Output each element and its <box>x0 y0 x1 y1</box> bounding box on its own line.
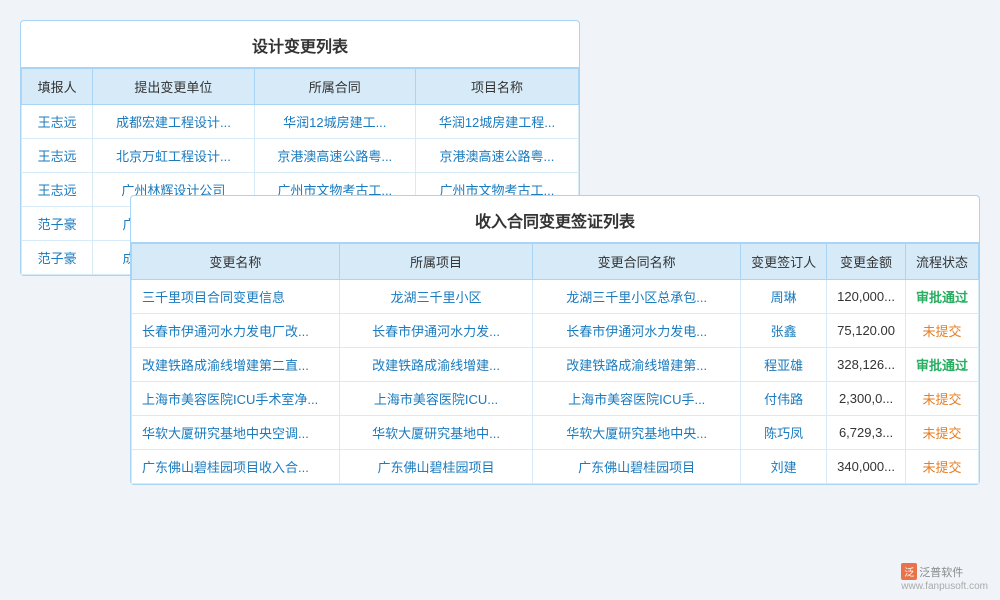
cell-unit[interactable]: 成都宏建工程设计... <box>93 105 254 139</box>
cell-status[interactable]: 未提交 <box>905 450 978 484</box>
cell-amount: 120,000... <box>827 280 906 314</box>
design-change-title: 设计变更列表 <box>21 21 579 68</box>
table-row: 改建铁路成渝线增建第二直... 改建铁路成渝线增建... 改建铁路成渝线增建第.… <box>132 348 979 382</box>
header-change-name: 变更名称 <box>132 244 340 280</box>
header-reporter: 填报人 <box>22 69 93 105</box>
cell-project[interactable]: 长春市伊通河水力发... <box>339 314 532 348</box>
cell-reporter[interactable]: 范子豪 <box>22 241 93 275</box>
cell-contract[interactable]: 华润12城房建工... <box>254 105 415 139</box>
watermark-text: 泛普软件 <box>919 564 963 580</box>
cell-signer: 付伟路 <box>741 382 827 416</box>
cell-signer: 陈巧凤 <box>741 416 827 450</box>
income-table-header-row: 变更名称 所属项目 变更合同名称 变更签订人 变更金额 流程状态 <box>132 244 979 280</box>
cell-amount: 328,126... <box>827 348 906 382</box>
cell-project[interactable]: 京港澳高速公路粤... <box>415 139 578 173</box>
cell-amount: 340,000... <box>827 450 906 484</box>
cell-change-name[interactable]: 广东佛山碧桂园项目收入合... <box>132 450 340 484</box>
cell-status[interactable]: 未提交 <box>905 416 978 450</box>
cell-change-name[interactable]: 三千里项目合同变更信息 <box>132 280 340 314</box>
cell-reporter[interactable]: 王志远 <box>22 173 93 207</box>
cell-project[interactable]: 广东佛山碧桂园项目 <box>339 450 532 484</box>
cell-project[interactable]: 华润12城房建工程... <box>415 105 578 139</box>
table-row: 华软大厦研究基地中央空调... 华软大厦研究基地中... 华软大厦研究基地中央.… <box>132 416 979 450</box>
logo-icon: 泛 <box>901 563 917 580</box>
header-contract-name: 变更合同名称 <box>533 244 741 280</box>
cell-project[interactable]: 华软大厦研究基地中... <box>339 416 532 450</box>
header-contract: 所属合同 <box>254 69 415 105</box>
header-unit: 提出变更单位 <box>93 69 254 105</box>
cell-project[interactable]: 上海市美容医院ICU... <box>339 382 532 416</box>
cell-status[interactable]: 审批通过 <box>905 348 978 382</box>
cell-unit[interactable]: 北京万虹工程设计... <box>93 139 254 173</box>
cell-change-name[interactable]: 上海市美容医院ICU手术室净... <box>132 382 340 416</box>
cell-change-name[interactable]: 长春市伊通河水力发电厂改... <box>132 314 340 348</box>
watermark: 泛 泛普软件 www.fanpusoft.com <box>901 563 988 592</box>
table-row: 上海市美容医院ICU手术室净... 上海市美容医院ICU... 上海市美容医院I… <box>132 382 979 416</box>
header-amount: 变更金额 <box>827 244 906 280</box>
table-row: 王志远 北京万虹工程设计... 京港澳高速公路粤... 京港澳高速公路粤... <box>22 139 579 173</box>
header-status: 流程状态 <box>905 244 978 280</box>
design-table-header-row: 填报人 提出变更单位 所属合同 项目名称 <box>22 69 579 105</box>
cell-amount: 2,300,0... <box>827 382 906 416</box>
cell-contract-name[interactable]: 广东佛山碧桂园项目 <box>533 450 741 484</box>
cell-change-name[interactable]: 华软大厦研究基地中央空调... <box>132 416 340 450</box>
cell-reporter[interactable]: 范子豪 <box>22 207 93 241</box>
cell-signer: 刘建 <box>741 450 827 484</box>
cell-signer: 张鑫 <box>741 314 827 348</box>
table-row: 王志远 成都宏建工程设计... 华润12城房建工... 华润12城房建工程... <box>22 105 579 139</box>
cell-amount: 75,120.00 <box>827 314 906 348</box>
header-project: 项目名称 <box>415 69 578 105</box>
table-row: 长春市伊通河水力发电厂改... 长春市伊通河水力发... 长春市伊通河水力发电.… <box>132 314 979 348</box>
cell-status[interactable]: 未提交 <box>905 314 978 348</box>
income-contract-table: 变更名称 所属项目 变更合同名称 变更签订人 变更金额 流程状态 三千里项目合同… <box>131 243 979 484</box>
cell-contract-name[interactable]: 龙湖三千里小区总承包... <box>533 280 741 314</box>
watermark-logo: 泛 泛普软件 <box>901 563 963 580</box>
cell-status[interactable]: 审批通过 <box>905 280 978 314</box>
cell-reporter[interactable]: 王志远 <box>22 105 93 139</box>
cell-change-name[interactable]: 改建铁路成渝线增建第二直... <box>132 348 340 382</box>
income-contract-title: 收入合同变更签证列表 <box>131 196 979 243</box>
table-row: 三千里项目合同变更信息 龙湖三千里小区 龙湖三千里小区总承包... 周琳 120… <box>132 280 979 314</box>
cell-contract-name[interactable]: 上海市美容医院ICU手... <box>533 382 741 416</box>
cell-contract-name[interactable]: 长春市伊通河水力发电... <box>533 314 741 348</box>
watermark-url: www.fanpusoft.com <box>901 581 988 592</box>
income-contract-panel: 收入合同变更签证列表 变更名称 所属项目 变更合同名称 变更签订人 变更金额 流… <box>130 195 980 485</box>
header-signer: 变更签订人 <box>741 244 827 280</box>
cell-status[interactable]: 未提交 <box>905 382 978 416</box>
cell-contract-name[interactable]: 华软大厦研究基地中央... <box>533 416 741 450</box>
cell-project[interactable]: 龙湖三千里小区 <box>339 280 532 314</box>
cell-signer: 程亚雄 <box>741 348 827 382</box>
header-belonged-project: 所属项目 <box>339 244 532 280</box>
cell-reporter[interactable]: 王志远 <box>22 139 93 173</box>
cell-contract[interactable]: 京港澳高速公路粤... <box>254 139 415 173</box>
cell-amount: 6,729,3... <box>827 416 906 450</box>
cell-signer: 周琳 <box>741 280 827 314</box>
table-row: 广东佛山碧桂园项目收入合... 广东佛山碧桂园项目 广东佛山碧桂园项目 刘建 3… <box>132 450 979 484</box>
cell-project[interactable]: 改建铁路成渝线增建... <box>339 348 532 382</box>
cell-contract-name[interactable]: 改建铁路成渝线增建第... <box>533 348 741 382</box>
